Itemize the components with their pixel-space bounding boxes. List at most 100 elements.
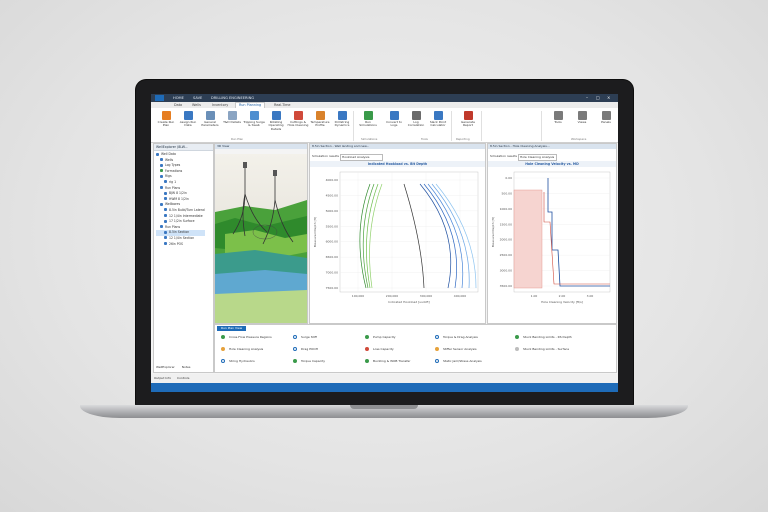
- maximize-icon[interactable]: □: [596, 95, 600, 100]
- run-check-item[interactable]: Cross-Flow Pressure Regions: [221, 335, 272, 339]
- tab-wells[interactable]: Wells: [189, 103, 204, 107]
- run-check-item[interactable]: Stiffer Sensor Analysis: [435, 347, 477, 351]
- chart1-analysis-select[interactable]: Hookload Analysis: [340, 153, 383, 161]
- shaded-region: [513, 189, 543, 289]
- ribbon-button-0[interactable]: Create Run Plan: [155, 111, 177, 128]
- run-check-item[interactable]: String Hydraulics: [221, 359, 255, 363]
- x-tick-label: 200,000: [386, 294, 398, 298]
- ribbon-button-icon: [577, 111, 587, 120]
- ribbon-separator: [481, 111, 482, 141]
- ribbon-group-label: Workspace: [571, 137, 587, 141]
- run-check-item[interactable]: Hole Cleaning Analysis: [221, 347, 263, 351]
- ribbon-button-11[interactable]: Log Correlation: [405, 111, 427, 128]
- tree-item[interactable]: 26in POS: [156, 242, 205, 248]
- run-check-item[interactable]: Static Jam/Stress Analysis: [435, 359, 482, 363]
- ribbon-group-label: Reporting: [456, 137, 470, 141]
- ribbon-button-icon: [363, 111, 373, 120]
- status-dot-icon: [293, 335, 297, 339]
- ribbon-button-6[interactable]: Cuttings & Hole Cleaning: [287, 111, 309, 128]
- tree-item-icon: [160, 186, 163, 190]
- chart1-title: Indicated Hookload vs. Bit Depth: [310, 161, 485, 167]
- tab-output-info[interactable]: Output Info: [154, 376, 171, 380]
- ribbon-button-1[interactable]: Assign Run Data: [177, 111, 199, 128]
- tree-item-icon: [160, 225, 163, 229]
- ribbon-button-16[interactable]: Panels: [595, 111, 617, 124]
- ribbon-button-icon: [183, 111, 193, 120]
- run-check-item[interactable]: Stuck Bending Limits - RS Depth: [515, 335, 572, 339]
- close-icon[interactable]: ×: [607, 95, 610, 100]
- run-check-item[interactable]: Pump Capacity: [365, 335, 396, 339]
- x-tick-label: 100,000: [352, 294, 364, 298]
- tree-item-icon: [164, 236, 167, 240]
- y-tick-label: 7500.00: [326, 286, 338, 290]
- ribbon-button-icon: [293, 111, 303, 120]
- tab-data[interactable]: Data: [171, 103, 185, 107]
- run-check-item[interactable]: Torque Capacity: [293, 359, 325, 363]
- explorer-title: WellExplorer (8LW...: [154, 144, 213, 151]
- ribbon-button-label: Tripping Surge & Swab: [243, 120, 265, 128]
- hookload-chart-panel: 8.5in Section - Well landing and new... …: [309, 143, 486, 324]
- app-logo-icon[interactable]: [155, 95, 164, 101]
- ribbon-button-13[interactable]: Generate Report: [457, 111, 479, 128]
- ribbon-button-12[interactable]: Slack Point Calculator: [427, 111, 449, 128]
- x-axis-label: Hole Cleaning Velocity [ft/s]: [541, 300, 583, 304]
- ribbon-button-label: Cuttings & Hole Cleaning: [287, 120, 309, 128]
- menu-home[interactable]: HOME: [173, 96, 184, 100]
- tab-controls[interactable]: Controls: [177, 376, 189, 380]
- run-check-label: Pump Capacity: [373, 335, 396, 339]
- ribbon-group-label: Simulations: [361, 137, 378, 141]
- run-check-item[interactable]: Stuck Bending Limits - Surface: [515, 347, 569, 351]
- tree-item-label: Run Plans: [165, 185, 181, 190]
- chart1-tab[interactable]: 8.5in Section - Well landing and new...: [310, 144, 485, 149]
- tab-inventory[interactable]: Inventory: [209, 103, 231, 107]
- run-check-item[interactable]: Loss Capacity: [365, 347, 394, 351]
- ribbon-button-10[interactable]: Convert to Logs: [383, 111, 405, 128]
- tab-notes[interactable]: Notes: [182, 365, 191, 369]
- tree-item-label: HWM 8 1/2in: [169, 196, 189, 201]
- ribbon-button-8[interactable]: Drillstring Dynamics: [331, 111, 353, 128]
- minimize-icon[interactable]: –: [586, 95, 588, 100]
- run-check-item[interactable]: Surge Stiff: [293, 335, 317, 339]
- chart2-tab[interactable]: 8.5in Section - Hole Cleaning Analysis..…: [488, 144, 616, 149]
- ribbon-button-icon: [337, 111, 347, 120]
- ribbon-button-3[interactable]: T&D Details: [221, 111, 243, 124]
- status-dot-icon: [435, 359, 439, 363]
- run-check-label: Stiffer Sensor Analysis: [443, 347, 477, 351]
- y-tick-label: 3000.00: [500, 269, 512, 273]
- run-check-label: Stuck Bending Limits - Surface: [523, 347, 570, 351]
- hole-cleaning-plot: 0.00 500.00 1000.00 1500.00 2000.00 2500.00 30…: [491, 171, 611, 304]
- x-tick-label: 1.00: [531, 294, 538, 298]
- run-check-label: Static Jam/Stress Analysis: [443, 359, 482, 363]
- chart2-analysis-select[interactable]: Hole Cleaning Analysis: [518, 153, 557, 161]
- run-check-item[interactable]: Buckling & WOB Transfer: [365, 359, 410, 363]
- status-bar: [151, 383, 618, 392]
- menu-drilling-engineering[interactable]: DRILLING ENGINEERING: [211, 96, 254, 100]
- tree-item-icon: [164, 219, 167, 223]
- status-dot-icon: [293, 347, 297, 351]
- run-check-item[interactable]: Torque & Drag Analysis: [435, 335, 478, 339]
- ribbon-button-14[interactable]: Tools: [547, 111, 569, 124]
- tab-wellexplorer[interactable]: WellExplorer: [156, 365, 175, 369]
- menu-save[interactable]: SAVE: [193, 96, 202, 100]
- run-plan-view-tab[interactable]: Run Plan View: [217, 326, 247, 331]
- ribbon-button-label: Tools: [554, 120, 562, 124]
- y-tick-label: 3500.00: [500, 284, 512, 288]
- ribbon-button-5[interactable]: Rotating Operating Details: [265, 111, 287, 131]
- bottom-tabs: Output Info Controls: [151, 374, 618, 383]
- run-check-item[interactable]: Drag POOH: [293, 347, 318, 351]
- ribbon-button-label: Slack Point Calculator: [429, 120, 447, 128]
- ribbon-button-15[interactable]: Views: [571, 111, 593, 124]
- ribbon-button-7[interactable]: Temperature Profile: [309, 111, 331, 128]
- ribbon-button-9[interactable]: Run Simulations: [357, 111, 379, 128]
- ribbon-button-4[interactable]: Tripping Surge & Swab: [243, 111, 265, 128]
- y-tick-label: 4500.00: [326, 193, 338, 197]
- tree-item-icon: [164, 242, 167, 245]
- tree-item-label: Rigs: [165, 174, 172, 179]
- tab-real-time[interactable]: Real-Time: [271, 103, 294, 107]
- ribbon-button-2[interactable]: General Parameters: [199, 111, 221, 128]
- well-explorer-panel: WellExplorer (8LW... Well Data Wells Log T…: [153, 143, 214, 373]
- tree-item-icon: [160, 158, 163, 162]
- y-tick-label: 1500.00: [500, 222, 512, 226]
- 3d-view-panel[interactable]: 3D View: [214, 143, 308, 324]
- ribbon-button-label: Panels: [601, 120, 611, 124]
